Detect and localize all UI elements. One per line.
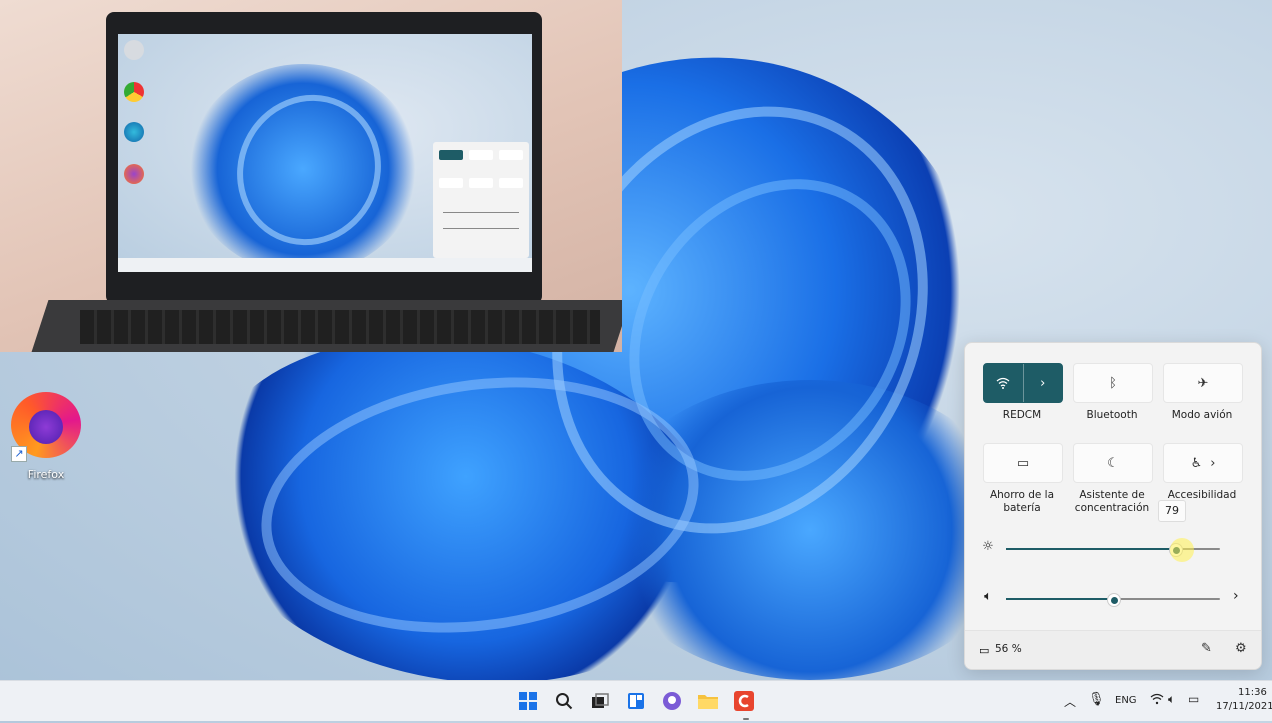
taskbar: ︿ 🎙︎ ENG 🔈︎ ▭ 11:36 17/11/2021	[0, 680, 1272, 721]
airplane-mode-tile[interactable]: ✈	[1163, 363, 1243, 403]
accessibility-tile[interactable]: ♿ ›	[1163, 443, 1243, 483]
clock-time[interactable]: 11:36	[1238, 687, 1267, 698]
airplane-icon: ✈	[1197, 375, 1209, 391]
volume-slider[interactable]	[1006, 593, 1220, 607]
bluetooth-icon: ᛒ	[1109, 375, 1117, 391]
edit-pencil-icon[interactable]: ✎	[1201, 641, 1212, 656]
wifi-tile[interactable]: ›	[983, 363, 1063, 403]
tile-label-bluetooth: Bluetooth	[1086, 409, 1138, 421]
tile-label-focus-assist: Asistente de concentración	[1074, 489, 1150, 514]
clock-date[interactable]: 17/11/2021	[1216, 701, 1272, 712]
tile-label-airplane: Modo avión	[1171, 409, 1233, 421]
chat-icon[interactable]	[660, 689, 684, 713]
audio-output-chevron-icon[interactable]: ›	[1233, 588, 1239, 604]
battery-saver-icon: ▭	[1016, 455, 1030, 471]
volume-slider-thumb[interactable]	[1107, 593, 1121, 607]
desktop-icon-firefox[interactable]: ↗ Firefox	[8, 392, 84, 481]
brightness-slider-row: ☼	[979, 539, 1249, 559]
moon-icon: ☾	[1107, 455, 1119, 471]
laptop-photo-inset	[0, 0, 622, 352]
file-explorer-icon[interactable]	[696, 689, 720, 713]
mini-quick-settings	[433, 142, 529, 258]
chevron-right-icon[interactable]: ›	[1024, 364, 1063, 402]
volume-slider-row: 🔈︎ ›	[979, 588, 1249, 609]
shortcut-arrow-icon: ↗	[11, 446, 27, 462]
language-indicator[interactable]: ENG	[1115, 695, 1137, 706]
chevron-right-icon: ›	[1210, 455, 1216, 471]
volume-tray-icon[interactable]: 🔈︎	[1168, 692, 1175, 707]
brightness-tooltip: 79	[1158, 500, 1186, 522]
battery-icon: ▭	[979, 644, 990, 657]
laptop-screen	[118, 34, 532, 272]
widgets-icon[interactable]	[624, 689, 648, 713]
speaker-icon: 🔈︎	[984, 589, 992, 604]
accessibility-icon: ♿	[1190, 455, 1203, 471]
quick-settings-footer: ▭ 56 % ✎ ⚙	[965, 630, 1261, 669]
settings-gear-icon[interactable]: ⚙	[1235, 641, 1247, 656]
mouse-cursor-highlight	[1170, 538, 1194, 562]
microphone-icon[interactable]: 🎙︎	[1088, 692, 1105, 707]
battery-percentage: 56 %	[995, 643, 1022, 655]
tile-label-battery-saver: Ahorro de la batería	[989, 489, 1055, 514]
firefox-icon: ↗	[11, 392, 81, 462]
chevron-up-icon[interactable]: ︿	[1064, 693, 1076, 710]
battery-saver-tile[interactable]: ▭	[983, 443, 1063, 483]
app-icon[interactable]	[732, 689, 756, 713]
wifi-icon[interactable]	[984, 364, 1023, 402]
wifi-tray-icon[interactable]	[1150, 693, 1164, 708]
focus-assist-tile[interactable]: ☾	[1073, 443, 1153, 483]
start-icon[interactable]	[516, 689, 540, 713]
desktop-icon-label: Firefox	[27, 468, 65, 481]
quick-settings-panel: › REDCM ᛒ Bluetooth ✈ Modo avión ▭ Ahorr…	[964, 342, 1262, 670]
brightness-icon: ☼	[982, 539, 994, 554]
tile-label-wifi: REDCM	[1002, 409, 1042, 421]
laptop-keyboard	[80, 310, 600, 344]
bluetooth-tile[interactable]: ᛒ	[1073, 363, 1153, 403]
search-icon[interactable]	[552, 689, 576, 713]
battery-tray-icon[interactable]: ▭	[1188, 692, 1199, 706]
task-view-icon[interactable]	[588, 689, 612, 713]
